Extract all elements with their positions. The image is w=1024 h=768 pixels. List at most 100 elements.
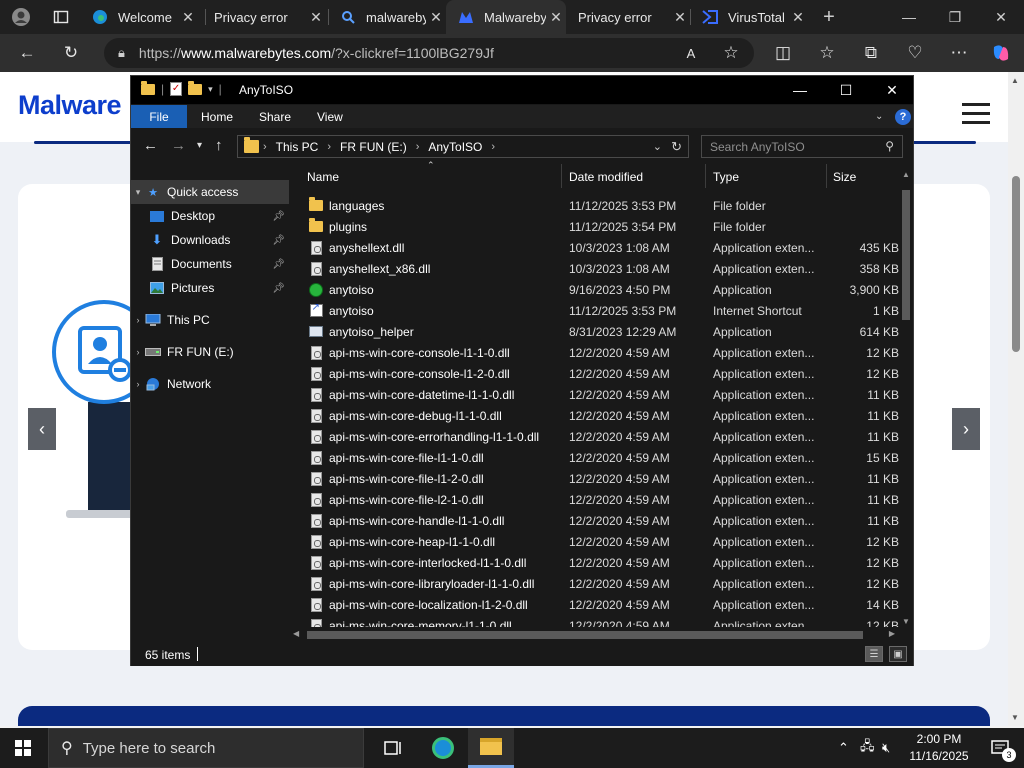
breadcrumb[interactable]: › This PC › FR FUN (E:) › AnyToISO › ⌄ ↻: [237, 135, 689, 158]
file-list-vertical-scrollbar[interactable]: ▲ ▼: [899, 164, 913, 628]
split-screen-icon[interactable]: ◫: [768, 38, 798, 68]
ribbon-tab-file[interactable]: File: [131, 105, 187, 128]
file-explorer-taskbar-icon[interactable]: [468, 728, 514, 768]
file-row[interactable]: api-ms-win-core-console-l1-2-0.dll 12/2/2…: [289, 363, 899, 384]
file-row[interactable]: api-ms-win-core-errorhandling-l1-1-0.dll…: [289, 426, 899, 447]
close-explorer-button[interactable]: ✕: [869, 76, 915, 104]
network-tray-icon[interactable]: 🖧︎: [860, 728, 875, 768]
ribbon-tab-share[interactable]: Share: [259, 105, 291, 128]
edge-taskbar-icon[interactable]: [420, 728, 466, 768]
close-tab-icon[interactable]: ✕: [546, 9, 566, 26]
file-row[interactable]: anytoiso 11/12/2025 3:53 PM Internet Short…: [289, 300, 899, 321]
collections-icon[interactable]: ⧉: [856, 38, 886, 68]
show-hidden-icons[interactable]: ⌃: [838, 728, 849, 768]
forward-arrow-icon[interactable]: →: [171, 137, 186, 154]
file-row[interactable]: api-ms-win-core-handle-l1-1-0.dll 12/2/20…: [289, 510, 899, 531]
tab-privacy-error-2[interactable]: Privacy error ✕: [566, 0, 690, 34]
file-row[interactable]: api-ms-win-core-heap-l1-1-0.dll 12/2/2020…: [289, 531, 899, 552]
nav-pictures[interactable]: Pictures 📌︎: [131, 276, 289, 300]
browser-essentials-icon[interactable]: ♡: [900, 38, 930, 68]
ribbon-tab-home[interactable]: Home: [201, 105, 233, 128]
properties-icon[interactable]: ✓: [170, 82, 183, 96]
more-options-icon[interactable]: ⋯: [944, 38, 974, 68]
refresh-icon[interactable]: ↻: [56, 38, 86, 68]
nav-this-pc[interactable]: › This PC: [131, 308, 289, 332]
explorer-search-input[interactable]: Search AnyToISO ⚲: [701, 135, 903, 158]
file-row[interactable]: api-ms-win-core-file-l2-1-0.dll 12/2/2020…: [289, 489, 899, 510]
nav-downloads[interactable]: ⬇ Downloads 📌︎: [131, 228, 289, 252]
address-bar[interactable]: 🔒︎ https://www.malwarebytes.com/?x-click…: [104, 38, 754, 68]
tab-actions-icon[interactable]: [46, 2, 76, 32]
close-tab-icon[interactable]: ✕: [670, 9, 690, 26]
file-row[interactable]: anyshellext_x86.dll 10/3/2023 1:08 AM Appl…: [289, 258, 899, 279]
file-row[interactable]: api-ms-win-core-file-l1-2-0.dll 12/2/2020…: [289, 468, 899, 489]
help-icon[interactable]: ?: [895, 109, 911, 125]
column-header-name[interactable]: Name: [307, 170, 339, 184]
profile-icon[interactable]: [6, 2, 36, 32]
minimize-explorer-button[interactable]: —: [777, 76, 823, 104]
notification-center-icon[interactable]: 3: [980, 728, 1020, 768]
breadcrumb-this-pc[interactable]: This PC: [276, 140, 319, 154]
minimize-browser-button[interactable]: —: [886, 0, 932, 34]
maximize-explorer-button[interactable]: ☐: [823, 76, 869, 104]
nav-documents[interactable]: Documents 📌︎: [131, 252, 289, 276]
tab-privacy-error-1[interactable]: Privacy error ✕: [202, 0, 326, 34]
up-arrow-icon[interactable]: ↑: [215, 137, 223, 154]
details-view-icon[interactable]: ☰: [865, 646, 883, 662]
ribbon-tab-view[interactable]: View: [317, 105, 343, 128]
restore-browser-button[interactable]: ❐: [932, 0, 978, 34]
expand-ribbon-icon[interactable]: ⌄: [875, 105, 883, 128]
back-icon[interactable]: ←: [12, 38, 42, 68]
file-row[interactable]: api-ms-win-core-debug-l1-1-0.dll 12/2/202…: [289, 405, 899, 426]
back-arrow-icon[interactable]: ←: [143, 137, 158, 154]
close-browser-button[interactable]: ✕: [978, 0, 1024, 34]
recent-locations-icon[interactable]: ▾: [197, 140, 202, 151]
favorites-icon[interactable]: ☆: [812, 38, 842, 68]
taskbar-clock[interactable]: 2:00 PM 11/16/2025: [900, 731, 978, 765]
malwarebytes-logo[interactable]: Malware: [18, 90, 122, 121]
carousel-prev-button[interactable]: ‹: [28, 408, 56, 450]
file-row[interactable]: api-ms-win-core-console-l1-1-0.dll 12/2/2…: [289, 342, 899, 363]
volume-muted-icon[interactable]: 🔇︎: [882, 728, 890, 768]
menu-icon[interactable]: [962, 103, 990, 130]
file-row[interactable]: anytoiso_helper 8/31/2023 12:29 AM Applica…: [289, 321, 899, 342]
new-tab-button[interactable]: +: [806, 0, 852, 34]
refresh-icon[interactable]: ↻: [671, 139, 682, 155]
copilot-icon[interactable]: [986, 38, 1016, 68]
page-scrollbar[interactable]: ▲ ▼: [1008, 72, 1024, 726]
start-button[interactable]: [0, 728, 46, 768]
file-row[interactable]: api-ms-win-core-file-l1-1-0.dll 12/2/2020…: [289, 447, 899, 468]
large-icons-view-icon[interactable]: ▣: [889, 646, 907, 662]
column-header-size[interactable]: Size: [833, 170, 856, 184]
file-row[interactable]: api-ms-win-core-localization-l1-2-0.dll 1…: [289, 594, 899, 615]
taskbar-search-box[interactable]: ⚲ Type here to search: [48, 728, 364, 768]
column-header-date[interactable]: Date modified: [569, 170, 643, 184]
close-tab-icon[interactable]: ✕: [306, 9, 326, 26]
read-aloud-icon[interactable]: A: [676, 38, 706, 68]
file-row[interactable]: anyshellext.dll 10/3/2023 1:08 AM Applicat…: [289, 237, 899, 258]
file-row[interactable]: api-ms-win-core-interlocked-l1-1-0.dll 12…: [289, 552, 899, 573]
tab-malwarebytes-search[interactable]: malwareby ✕: [328, 0, 446, 34]
nav-network[interactable]: › Network: [131, 372, 289, 396]
chevron-down-icon[interactable]: ⌄: [653, 140, 662, 153]
nav-quick-access[interactable]: ▾ ★ Quick access: [131, 180, 289, 204]
breadcrumb-anytoiso[interactable]: AnyToISO: [428, 140, 482, 154]
file-row[interactable]: plugins 11/12/2025 3:54 PM File folder: [289, 216, 899, 237]
nav-desktop[interactable]: Desktop 📌︎: [131, 204, 289, 228]
close-tab-icon[interactable]: ✕: [178, 9, 198, 26]
carousel-next-button[interactable]: ›: [952, 408, 980, 450]
tab-malwarebytes-active[interactable]: Malwareby ✕: [446, 0, 566, 34]
task-view-icon[interactable]: [370, 728, 416, 768]
breadcrumb-drive[interactable]: FR FUN (E:): [340, 140, 407, 154]
column-header-type[interactable]: Type: [713, 170, 739, 184]
new-folder-icon[interactable]: [188, 80, 203, 95]
tab-welcome[interactable]: Welcome ✕: [80, 0, 198, 34]
file-row[interactable]: api-ms-win-core-datetime-l1-1-0.dll 12/2/…: [289, 384, 899, 405]
nav-drive[interactable]: › FR FUN (E:): [131, 340, 289, 364]
customize-qat-icon[interactable]: ▾: [208, 84, 213, 95]
close-tab-icon[interactable]: ✕: [426, 9, 446, 26]
file-list-horizontal-scrollbar[interactable]: ◀ ▶: [289, 628, 899, 642]
file-row[interactable]: api-ms-win-core-memory-l1-1-0.dll 12/2/20…: [289, 615, 899, 627]
file-row[interactable]: api-ms-win-core-libraryloader-l1-1-0.dll…: [289, 573, 899, 594]
favorite-star-icon[interactable]: ☆: [716, 38, 746, 68]
